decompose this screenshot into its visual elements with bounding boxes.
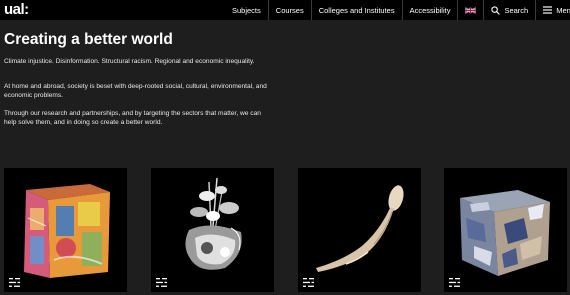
project-card-3[interactable] <box>298 168 421 292</box>
intro-paragraph-3: Through our research and partnerships, a… <box>4 110 261 127</box>
menu-label: Menu <box>556 5 570 15</box>
hamburger-menu-icon <box>543 6 553 14</box>
bone-spoon-object-image <box>316 185 404 272</box>
intro-paragraph-1: Climate injustice. Disinformation. Struc… <box>4 58 255 65</box>
nav-colleges-and-institutes[interactable]: Colleges and Institutes <box>310 0 402 20</box>
fractured-metallic-cube-image <box>460 190 550 276</box>
language-selector[interactable] <box>457 0 483 20</box>
search-icon <box>491 5 501 15</box>
search-label: Search <box>504 5 529 15</box>
project-card-2[interactable] <box>151 168 274 292</box>
chrome-floral-sculpture-image <box>185 177 242 270</box>
colorful-patterned-cube-image <box>24 184 110 278</box>
filter-icon <box>156 278 167 287</box>
menu-button[interactable]: Menu <box>535 0 570 20</box>
ual-logo[interactable]: ual: <box>4 1 29 18</box>
page-title: Creating a better world <box>4 31 173 48</box>
nav-accessibility[interactable]: Accessibility <box>401 0 458 20</box>
project-card-4[interactable] <box>444 168 567 292</box>
main-nav: Subjects Courses Colleges and Institutes… <box>225 0 570 20</box>
top-navigation-bar: ual: Subjects Courses Colleges and Insti… <box>0 0 570 20</box>
uk-flag-icon <box>465 6 477 14</box>
filter-icon <box>303 278 314 287</box>
filter-icon <box>449 278 460 287</box>
nav-courses[interactable]: Courses <box>267 0 311 20</box>
intro-paragraph-2: At home and abroad, society is beset wit… <box>4 83 267 100</box>
project-card-1[interactable] <box>4 168 127 292</box>
nav-subjects[interactable]: Subjects <box>225 0 268 20</box>
search-button[interactable]: Search <box>483 0 535 20</box>
filter-icon <box>9 278 20 287</box>
